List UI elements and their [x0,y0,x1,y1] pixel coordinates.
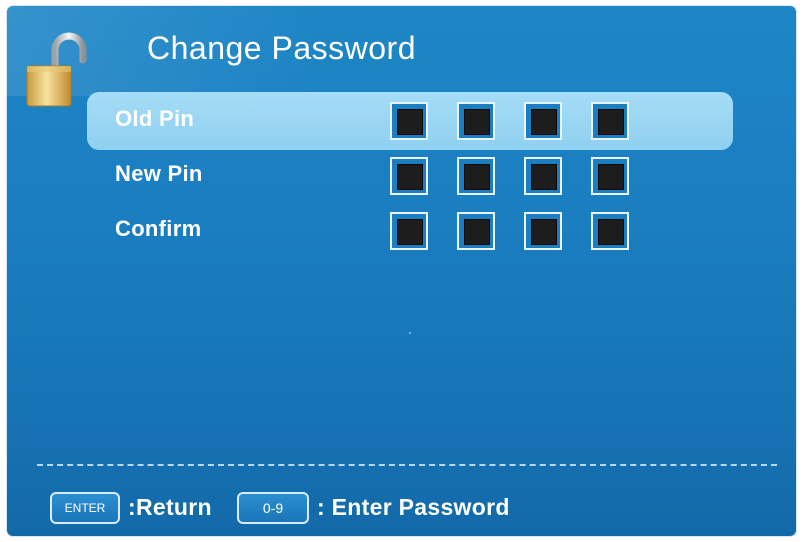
pin-digit-box[interactable] [524,102,562,140]
pin-digit-mask [464,109,490,135]
pin-row-label: Confirm [115,216,202,241]
pin-row-label: New Pin [115,161,203,186]
enter-action-text: :Return [128,494,212,520]
pin-digit-box[interactable] [591,157,629,195]
pin-digit-box[interactable] [524,212,562,250]
enter-key-label: ENTER [64,501,106,515]
pin-row-label: Old Pin [115,106,195,131]
pin-digit-mask [531,219,557,245]
page-title: Change Password [147,30,416,66]
pin-row-confirm[interactable]: Confirm [87,202,733,260]
pin-digit-box[interactable] [457,157,495,195]
pin-digit-box[interactable] [524,157,562,195]
pin-digit-box[interactable] [390,212,428,250]
pin-digit-box[interactable] [457,102,495,140]
pin-row-old-pin[interactable]: Old Pin [87,92,733,150]
digits-key-button[interactable]: 0-9 [237,492,309,524]
pin-digit-mask [598,164,624,190]
pin-digit-mask [464,219,490,245]
stray-dot [409,332,411,334]
pin-row-new-pin[interactable]: New Pin [87,147,733,205]
pin-digit-box[interactable] [457,212,495,250]
enter-key-button[interactable]: ENTER [50,492,120,524]
pin-digit-mask [397,219,423,245]
change-password-screen: Change Password Old Pin New Pin Confirm EN… [7,6,796,536]
pin-digit-box[interactable] [390,157,428,195]
pin-digit-box[interactable] [390,102,428,140]
pin-digit-mask [397,164,423,190]
padlock-open-icon [26,32,87,107]
pin-digit-mask [598,109,624,135]
pin-digit-mask [397,109,423,135]
pin-digit-mask [531,109,557,135]
pin-digit-box[interactable] [591,102,629,140]
pin-digit-mask [464,164,490,190]
footer-divider [37,464,777,466]
digits-key-label: 0-9 [262,500,284,516]
pin-digit-mask [598,219,624,245]
pin-digit-mask [531,164,557,190]
pin-digit-box[interactable] [591,212,629,250]
digits-action-text: : Enter Password [317,494,510,520]
